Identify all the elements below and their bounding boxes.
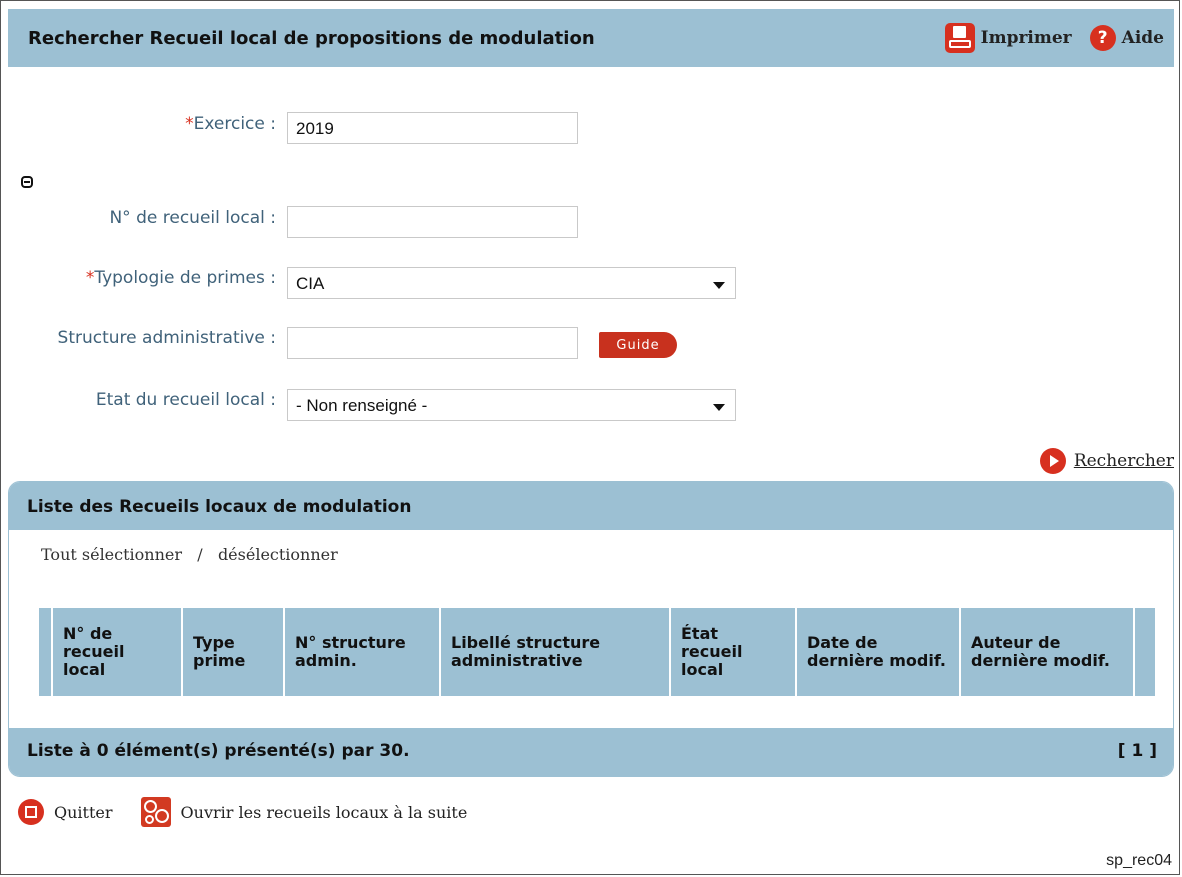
search-button[interactable]: Rechercher	[1039, 448, 1174, 474]
quit-button[interactable]: Quitter	[18, 799, 113, 825]
open-next-button[interactable]: Ouvrir les recueils locaux à la suite	[140, 797, 468, 827]
structure-label: Structure administrative :	[57, 328, 276, 348]
help-icon: ?	[1089, 25, 1116, 51]
selection-controls: Tout sélectionner / désélectionner	[41, 545, 338, 564]
help-button[interactable]: ? Aide	[1089, 25, 1164, 51]
results-header: Liste des Recueils locaux de modulation	[9, 482, 1173, 530]
column-header[interactable]: N° structure admin.	[285, 608, 439, 696]
exercice-label: *Exercice :	[185, 114, 276, 134]
column-header[interactable]: Type prime	[183, 608, 283, 696]
screen-code: sp_rec04	[1106, 852, 1172, 869]
page-title: Rechercher Recueil local de propositions…	[28, 28, 595, 49]
stop-icon	[18, 799, 44, 825]
pagination[interactable]: [ 1 ]	[1118, 741, 1157, 761]
results-panel: Liste des Recueils locaux de modulation …	[8, 481, 1174, 777]
deselect-link[interactable]: désélectionner	[218, 545, 338, 564]
separator: /	[197, 545, 203, 564]
print-button[interactable]: Imprimer	[944, 23, 1072, 53]
etat-label: Etat du recueil local :	[95, 390, 276, 410]
typologie-label: *Typologie de primes :	[85, 268, 276, 288]
gears-icon	[140, 797, 171, 827]
guide-button[interactable]: Guide	[599, 332, 677, 358]
etat-select[interactable]: - Non renseigné -	[287, 389, 736, 421]
header-actions: Imprimer ? Aide	[944, 23, 1164, 53]
print-label: Imprimer	[980, 28, 1072, 48]
column-header[interactable]: Date de dernière modif.	[797, 608, 959, 696]
open-next-label: Ouvrir les recueils locaux à la suite	[180, 802, 468, 822]
column-spacer	[1135, 608, 1155, 696]
table-header: N° de recueil local Type prime N° struct…	[39, 608, 1159, 696]
column-header[interactable]: État recueil local	[671, 608, 795, 696]
typologie-select[interactable]: CIA	[287, 267, 736, 299]
results-count: Liste à 0 élément(s) présenté(s) par 30.	[27, 741, 410, 761]
search-label: Rechercher	[1073, 451, 1174, 471]
structure-input[interactable]	[287, 327, 578, 359]
num-recueil-label: N° de recueil local :	[109, 208, 276, 228]
collapse-icon[interactable]	[21, 176, 33, 188]
column-header[interactable]: Libellé structure administrative	[441, 608, 669, 696]
etat-value: - Non renseigné -	[296, 396, 428, 415]
header-bar: Rechercher Recueil local de propositions…	[8, 9, 1174, 67]
chevron-down-icon	[713, 404, 725, 411]
help-label: Aide	[1121, 28, 1164, 48]
printer-icon	[944, 23, 975, 53]
column-header[interactable]: N° de recueil local	[53, 608, 181, 696]
column-header[interactable]: Auteur de dernière modif.	[961, 608, 1133, 696]
exercice-input[interactable]: 2019	[287, 112, 578, 144]
play-icon	[1039, 448, 1066, 474]
num-recueil-input[interactable]	[287, 206, 578, 238]
bottom-actions: Quitter Ouvrir les recueils locaux à la …	[18, 797, 495, 827]
results-title: Liste des Recueils locaux de modulation	[27, 497, 412, 517]
select-all-link[interactable]: Tout sélectionner	[41, 545, 182, 564]
typologie-value: CIA	[296, 274, 325, 293]
column-checkbox	[39, 608, 51, 696]
quit-label: Quitter	[54, 802, 113, 822]
chevron-down-icon	[713, 282, 725, 289]
results-footer: Liste à 0 élément(s) présenté(s) par 30.…	[9, 728, 1173, 776]
